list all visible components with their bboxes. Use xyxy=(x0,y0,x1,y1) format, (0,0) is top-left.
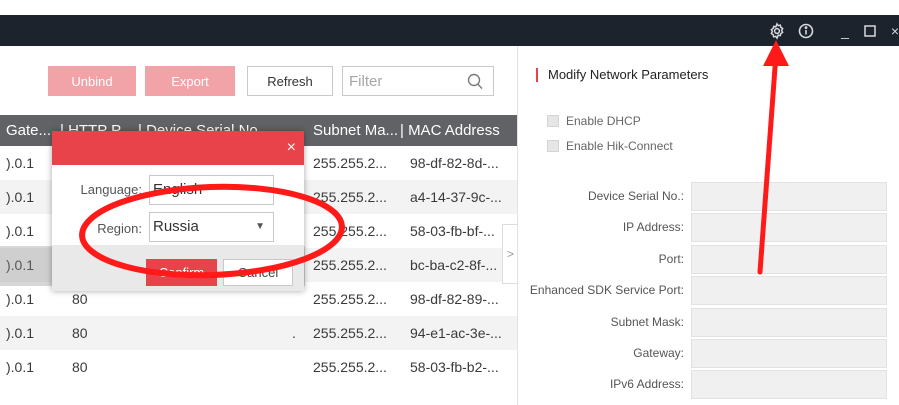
cell-http-port: 80 xyxy=(72,359,88,375)
close-icon[interactable]: × xyxy=(287,139,296,157)
title-bar: _ × xyxy=(0,15,899,46)
language-value: English xyxy=(153,181,203,198)
port-input[interactable] xyxy=(691,245,887,274)
checkbox-box[interactable] xyxy=(547,115,559,127)
column-header-subnet[interactable]: Subnet Ma... xyxy=(313,115,407,146)
table-row[interactable]: ).0.1 80 . 255.255.2... 94-e1-ac-3e-... xyxy=(0,316,517,350)
port-label: Port: xyxy=(658,252,684,266)
minimize-button[interactable]: _ xyxy=(837,15,853,46)
cell-subnet: 255.255.2... xyxy=(313,325,387,341)
cell-mac: bc-ba-c2-8f-... xyxy=(410,257,498,273)
table-row[interactable]: ).0.1 80 255.255.2... 58-03-fb-b2-... xyxy=(0,350,517,384)
serial-label: Device Serial No.: xyxy=(587,189,684,203)
refresh-button[interactable]: Refresh xyxy=(247,66,333,96)
language-select[interactable]: English xyxy=(149,175,274,205)
network-parameters-panel: Modify Network Parameters Enable DHCP En… xyxy=(517,46,899,405)
region-select[interactable]: Russia ▼ xyxy=(149,212,274,242)
ipv6-label: IPv6 Address: xyxy=(609,377,684,391)
cell-gateway: ).0.1 xyxy=(6,359,35,375)
checkbox-box[interactable] xyxy=(547,140,559,152)
panel-collapse-handle[interactable]: > xyxy=(502,224,518,284)
cell-mac: 98-df-82-89-... xyxy=(410,291,499,307)
export-button[interactable]: Export xyxy=(145,66,235,96)
cell-subnet: 255.255.2... xyxy=(313,189,387,205)
app-window: _ × Unbind Export Refresh Gate... | HTTP… xyxy=(0,0,899,405)
cell-gateway: ).0.1 xyxy=(6,325,35,341)
cell-mac: 98-df-82-8d-... xyxy=(410,155,499,171)
cell-http-port: 80 xyxy=(72,325,88,341)
cell-subnet: 255.255.2... xyxy=(313,257,387,273)
enable-dhcp-label: Enable DHCP xyxy=(566,114,641,128)
cell-gateway: ).0.1 xyxy=(6,155,35,171)
cell-mac: 94-e1-ac-3e-... xyxy=(410,325,502,341)
ipv6-input[interactable] xyxy=(691,370,887,399)
dialog-header: × xyxy=(52,131,304,165)
ip-address-label: IP Address: xyxy=(622,220,684,234)
gear-icon[interactable] xyxy=(766,15,788,46)
sdk-port-label: Enhanced SDK Service Port: xyxy=(529,283,684,297)
unbind-button[interactable]: Unbind xyxy=(48,66,136,96)
close-button[interactable]: × xyxy=(889,15,899,46)
column-header-mac[interactable]: | MAC Address xyxy=(400,115,517,146)
confirm-button[interactable]: Confirm xyxy=(146,259,217,286)
sdk-port-input[interactable] xyxy=(691,276,887,305)
cancel-button[interactable]: Cancel xyxy=(223,259,293,286)
cell-mac: a4-14-37-9c-... xyxy=(410,189,502,205)
cell-gateway: ).0.1 xyxy=(6,223,35,239)
filter-box[interactable] xyxy=(342,66,494,96)
cell-mac: 58-03-fb-b2-... xyxy=(410,359,499,375)
language-label: Language: xyxy=(80,182,142,197)
serial-input[interactable] xyxy=(691,182,887,211)
subnet-mask-label: Subnet Mask: xyxy=(610,315,684,329)
subnet-mask-input[interactable] xyxy=(691,308,887,337)
cell-subnet: 255.255.2... xyxy=(313,359,387,375)
panel-title: Modify Network Parameters xyxy=(536,68,708,82)
region-value: Russia xyxy=(153,218,199,235)
cell-serial xyxy=(292,350,302,384)
enable-dhcp-checkbox[interactable]: Enable DHCP xyxy=(547,114,641,128)
region-label: Region: xyxy=(97,221,142,236)
language-region-dialog: × Language: English Region: Russia ▼ Con… xyxy=(52,131,304,291)
maximize-button[interactable] xyxy=(863,15,877,46)
gateway-label: Gateway: xyxy=(633,346,684,360)
info-icon[interactable] xyxy=(796,15,816,46)
ip-address-input[interactable] xyxy=(691,213,887,242)
cell-mac: 58-03-fb-bf-... xyxy=(410,223,495,239)
chevron-right-icon: > xyxy=(506,247,514,261)
enable-hik-connect-label: Enable Hik-Connect xyxy=(566,139,673,153)
filter-input[interactable] xyxy=(349,71,459,91)
search-icon[interactable] xyxy=(467,73,483,90)
gateway-input[interactable] xyxy=(691,339,887,368)
cell-gateway: ).0.1 xyxy=(6,291,35,307)
cell-gateway: ).0.1 xyxy=(6,189,35,205)
chevron-down-icon: ▼ xyxy=(255,221,265,232)
enable-hik-connect-checkbox[interactable]: Enable Hik-Connect xyxy=(547,139,673,153)
cell-subnet: 255.255.2... xyxy=(313,223,387,239)
cell-serial: . xyxy=(292,325,296,341)
cell-subnet: 255.255.2... xyxy=(313,291,387,307)
cell-subnet: 255.255.2... xyxy=(313,155,387,171)
